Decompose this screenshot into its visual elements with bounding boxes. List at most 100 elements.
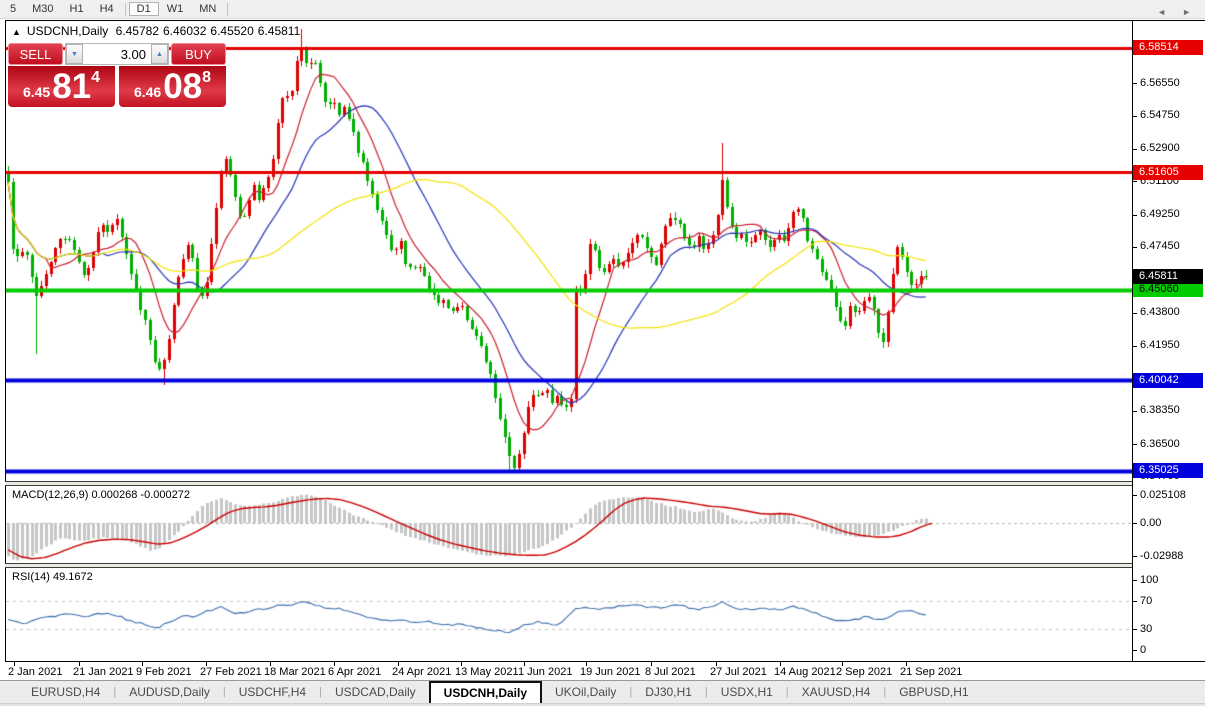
price-axis[interactable]: 6.565506.547506.529006.511006.492506.474… [1133,21,1205,661]
chart-tab-audusd[interactable]: AUDUSD,Daily [116,681,223,703]
price-axis-tick [1133,411,1137,412]
tab-scroll-left-icon[interactable]: ◄ [1157,7,1166,17]
price-axis-tick [1133,247,1137,248]
volume-decrease-button[interactable]: ▼ [66,44,83,64]
one-click-trading-panel: SELL ▼ 3.00 ▲ BUY 6.45814 6.46088 [8,43,226,107]
timeframe-button-MN[interactable]: MN [191,2,224,16]
timeframe-button-W1[interactable]: W1 [159,2,192,16]
chart-title: ▲USDCNH,Daily 6.457826.460326.455206.458… [12,24,304,38]
collapse-arrow-icon[interactable]: ▲ [12,27,21,37]
macd-axis-tick [1133,523,1137,524]
timeframe-button-H4[interactable]: H4 [92,2,122,16]
level-price-badge: 6.58514 [1133,40,1203,55]
toolbar-separator [125,3,126,16]
rsi-axis-label: 100 [1140,574,1158,586]
level-price-badge: 6.35025 [1133,463,1203,478]
rsi-axis-tick [1133,580,1137,581]
price-axis-label: 6.52900 [1140,142,1180,154]
sell-price-pip: 4 [91,69,100,107]
price-axis-tick [1133,346,1137,347]
sell-button[interactable]: SELL [8,43,63,65]
terminal-window: 5M30H1H4 D1W1MN ▲ USDCNH,Daily 6.45782 6.46… [0,0,1205,706]
current-price-badge: 6.45811 [1133,269,1203,284]
tab-scroll-right-icon[interactable]: ► [1182,7,1191,17]
chart-tab-usdcnh[interactable]: USDCNH,Daily [429,681,542,703]
chart-tab-xauusd[interactable]: XAUUSD,H4 [789,681,884,703]
volume-increase-button[interactable]: ▲ [151,44,168,64]
rsi-indicator-label: RSI(14) 49.1672 [12,571,93,583]
macd-axis-label: 0.00 [1140,517,1161,529]
price-axis-label: 6.38350 [1140,404,1180,416]
date-axis-label: 19 Jun 2021 [580,666,641,678]
macd-indicator-label: MACD(12,26,9) 0.000268 -0.000272 [12,489,190,501]
price-axis-separator [1132,21,1133,661]
price-axis-label: 6.43800 [1140,306,1180,318]
chart-tab-bar: EURUSD,H4|AUDUSD,Daily|USDCHF,H4|USDCAD,… [0,680,1205,703]
chart-tab-dj30[interactable]: DJ30,H1 [632,681,705,703]
chevron-up-icon: ▲ [156,51,163,58]
panel-splitter-main-macd[interactable] [5,481,1205,486]
date-axis-label: 21 Jan 2021 [73,666,134,678]
chart-tab-ukoil[interactable]: UKOil,Daily [542,681,629,703]
date-axis-label: 18 Mar 2021 [264,666,326,678]
tab-scroll-arrows: ◄ ► [1157,0,1191,23]
chart-tab-usdcad[interactable]: USDCAD,Daily [322,681,429,703]
chart-symbol: USDCNH,Daily [27,24,108,38]
price-axis-tick [1133,444,1137,445]
rsi-axis-label: 70 [1140,595,1152,607]
macd-axis-label: 0.025108 [1140,489,1186,501]
price-axis-label: 6.54750 [1140,109,1180,121]
price-axis-tick [1133,116,1137,117]
rsi-panel-canvas[interactable] [6,568,1133,661]
price-axis-tick [1133,215,1137,216]
macd-axis-tick [1133,556,1137,557]
ohlc-open: 6.45782 [116,24,159,38]
level-price-badge: 6.45060 [1133,282,1203,297]
date-axis-label: 1 Jun 2021 [518,666,572,678]
date-axis-label: 21 Sep 2021 [900,666,962,678]
rsi-axis-tick [1133,650,1137,651]
date-axis-label: 9 Feb 2021 [136,666,192,678]
ohlc-close: 6.45811 [258,24,301,38]
ohlc-high: 6.46032 [163,24,206,38]
date-axis[interactable]: 2 Jan 2021 21 Jan 20219 Feb 2021 27 Feb 20… [6,662,1132,680]
buy-price-display[interactable]: 6.46088 [119,66,226,107]
price-axis-label: 6.36500 [1140,438,1180,450]
volume-input[interactable]: 3.00 [83,44,151,64]
level-price-badge: 6.51605 [1133,165,1203,180]
rsi-axis-label: 30 [1140,623,1152,635]
sell-price-display[interactable]: 6.45814 [8,66,115,107]
rsi-axis-tick [1133,601,1137,602]
buy-price-big: 08 [163,66,202,107]
chart-tab-gbpusd[interactable]: GBPUSD,H1 [886,681,981,703]
price-axis-label: 6.56550 [1140,77,1180,89]
timeframe-button-D1[interactable]: D1 [129,2,159,16]
rsi-axis-label: 0 [1140,644,1146,656]
date-axis-label: 2 Sep 2021 [836,666,892,678]
price-axis-label: 6.47450 [1140,240,1180,252]
buy-button[interactable]: BUY [171,43,226,65]
price-axis-tick [1133,149,1137,150]
date-axis-label: 13 May 2021 [455,666,519,678]
date-axis-label: 2 Jan 2021 [8,666,62,678]
chart-tab-usdchf[interactable]: USDCHF,H4 [226,681,319,703]
volume-control: ▼ 3.00 ▲ [65,43,169,65]
date-axis-label: 27 Feb 2021 [200,666,262,678]
price-axis-tick [1133,83,1137,84]
chart-tab-usdx[interactable]: USDX,H1 [708,681,786,703]
timeframe-button-H1[interactable]: H1 [62,2,92,16]
rsi-axis-tick [1133,629,1137,630]
panel-splitter-macd-rsi[interactable] [5,563,1205,568]
buy-price-prefix: 6.46 [134,84,161,100]
macd-axis-tick [1133,495,1137,496]
timeframe-button-M30[interactable]: M30 [24,2,61,16]
date-axis-label: 8 Jul 2021 [645,666,696,678]
chart-tab-eurusd[interactable]: EURUSD,H4 [18,681,113,703]
chevron-down-icon: ▼ [71,51,78,58]
level-price-badge: 6.40042 [1133,373,1203,388]
price-axis-tick [1133,181,1137,182]
timeframe-button-5[interactable]: 5 [2,2,24,16]
date-axis-label: 14 Aug 2021 [774,666,836,678]
date-axis-label: 24 Apr 2021 [392,666,451,678]
date-axis-label: 27 Jul 2021 [710,666,767,678]
